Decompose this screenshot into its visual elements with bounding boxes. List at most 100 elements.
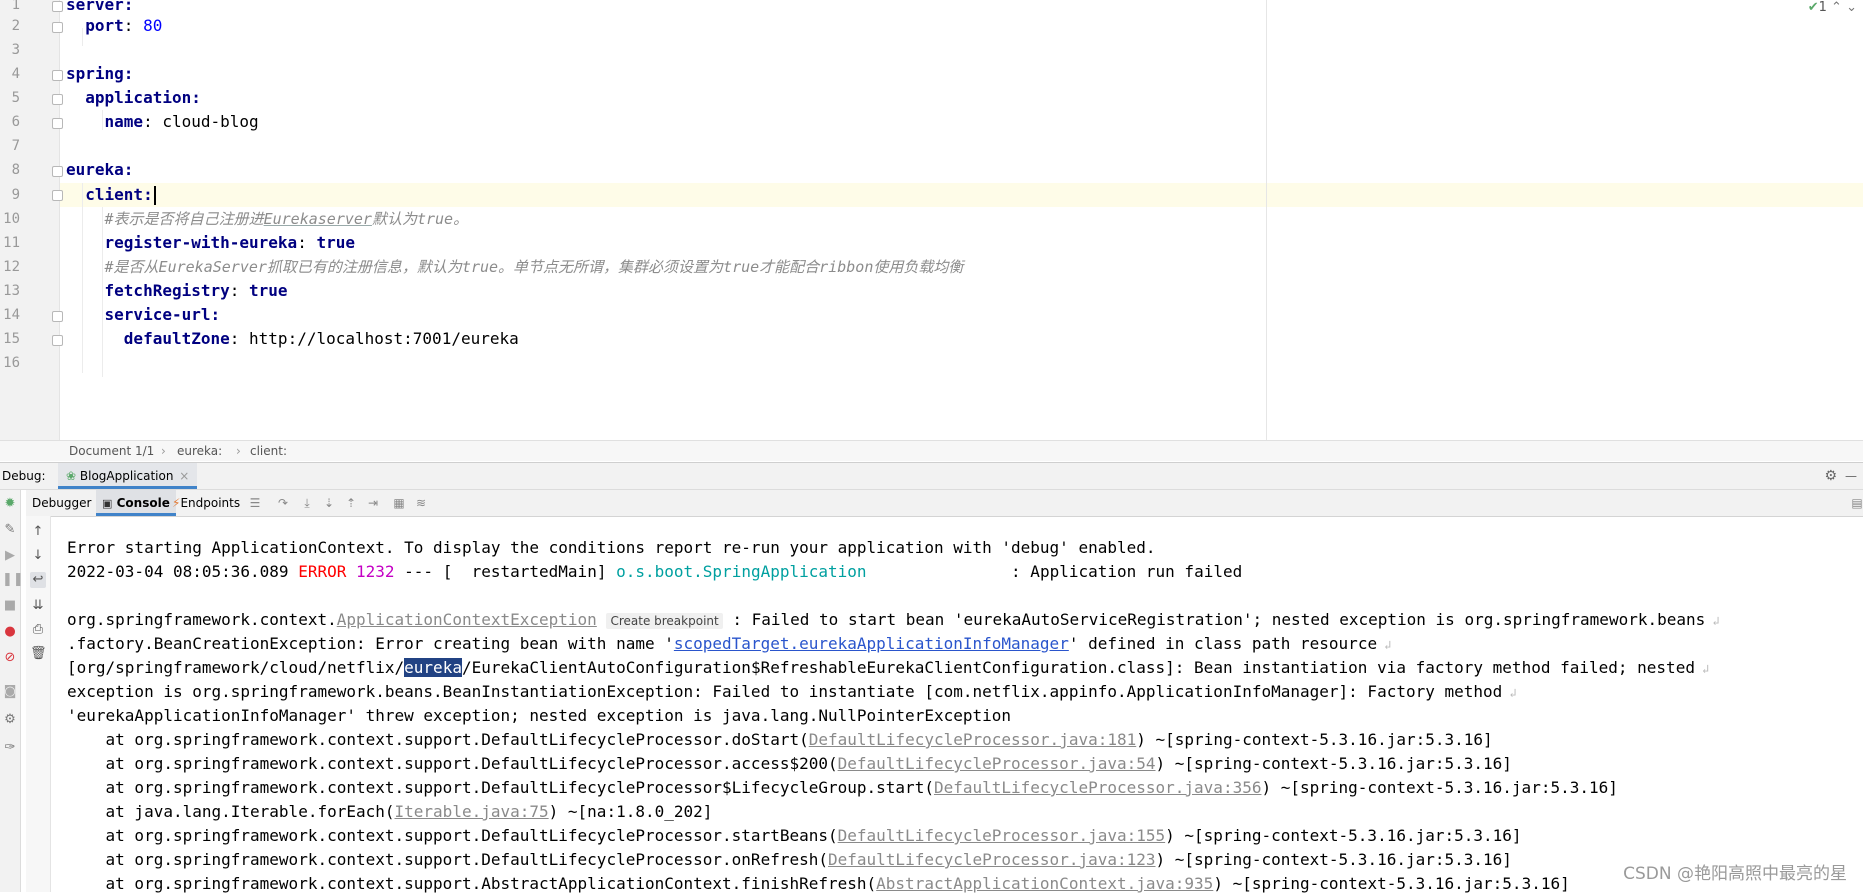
comment-text: #表示是否将自己注册进 (104, 210, 264, 228)
log-level: ERROR (298, 562, 347, 581)
yaml-value: true (316, 233, 355, 252)
yaml-separator: : (143, 112, 163, 131)
line-gutter[interactable]: 1 2 3 4 5 6 7 8 9 10 11 12 13 14 15 16 (0, 0, 63, 440)
arrow-up-icon[interactable]: ↑ (30, 524, 46, 540)
tab-label: Console (116, 496, 170, 510)
wrench-icon[interactable]: ✎ (2, 522, 18, 538)
yaml-key: eureka: (66, 160, 134, 179)
soft-wrap-icon[interactable]: ↩ (30, 572, 46, 588)
run-config-tab[interactable]: ❀ BlogApplication × (58, 463, 198, 489)
yaml-key: server: (66, 0, 134, 14)
console-line: [org/springframework/cloud/netflix/eurek… (67, 656, 1709, 680)
console-icon: ▣ (102, 497, 113, 510)
console-line: Error starting ApplicationContext. To di… (67, 538, 1156, 557)
stack-frame: at java.lang.Iterable.forEach(Iterable.j… (67, 800, 713, 824)
line-number: 2 (11, 18, 20, 34)
code-line: #表示是否将自己注册进Eurekaserver默认为true。 (66, 207, 469, 231)
console-output[interactable]: Error starting ApplicationContext. To di… (51, 517, 1863, 893)
console-text: org.springframework.context. (67, 610, 337, 629)
close-icon[interactable]: × (179, 469, 189, 483)
source-link[interactable]: DefaultLifecycleProcessor.java:155 (838, 826, 1166, 845)
line-number: 10 (3, 211, 20, 227)
inspection-widget[interactable]: ✔1 ⌃ ⌄ (1808, 0, 1857, 15)
console-line: 2022-03-04 08:05:36.089 ERROR 1232 --- [… (67, 560, 1242, 584)
resume-icon[interactable]: ▶ (2, 548, 18, 564)
yaml-comment: #是否从EurekaServer抓取已有的注册信息，默认为true。单节点无所谓… (104, 258, 964, 276)
yaml-key: application: (85, 88, 201, 107)
code-line: port: 80 (66, 14, 162, 38)
yaml-separator: : (297, 233, 317, 252)
stack-text: at org.springframework.context.support.D… (67, 826, 838, 845)
yaml-key: service-url: (104, 305, 221, 324)
editor-pane[interactable]: 1 2 3 4 5 6 7 8 9 10 11 12 13 14 15 16 s… (0, 0, 1863, 440)
log-thread: --- [ restartedMain] (394, 562, 617, 581)
create-breakpoint-button[interactable]: Create breakpoint (606, 613, 723, 629)
source-link[interactable]: DefaultLifecycleProcessor.java:356 (934, 778, 1262, 797)
tab-endpoints[interactable]: ⚡Endpoints (166, 490, 246, 516)
comment-typo: Eurekaserver (263, 210, 372, 228)
source-link[interactable]: AbstractApplicationContext.java:935 (876, 874, 1213, 893)
stack-frame: at org.springframework.context.support.D… (67, 728, 1493, 752)
evaluate-icon[interactable]: ▦ (392, 496, 406, 510)
tab-label: Debugger (32, 496, 92, 510)
breadcrumb-item-eureka[interactable]: eureka: (177, 441, 222, 461)
step-out-icon[interactable]: ⇡ (344, 496, 358, 510)
menu-icon[interactable]: ☰ (248, 496, 262, 510)
trace-icon[interactable]: ≋ (414, 496, 428, 510)
debug-tool-window-header: Debug: ❀ BlogApplication × ⚙ — (0, 462, 1863, 490)
source-link[interactable]: DefaultLifecycleProcessor.java:123 (828, 850, 1156, 869)
line-number: 14 (3, 307, 20, 323)
console-line: org.springframework.context.ApplicationC… (67, 608, 1720, 632)
bean-link[interactable]: scopedTarget.eurekaApplicationInfoManage… (674, 634, 1069, 653)
step-over-icon[interactable]: ⤓ (300, 496, 314, 510)
code-line: spring: (66, 62, 133, 86)
layout-icon[interactable]: ▤ (1850, 496, 1863, 510)
yaml-value: http://localhost:7001/eureka (249, 329, 519, 348)
line-number: 5 (11, 90, 20, 106)
source-link[interactable]: DefaultLifecycleProcessor.java:181 (809, 730, 1137, 749)
stack-text: at org.springframework.context.support.D… (67, 850, 828, 869)
run-config-name: BlogApplication (79, 469, 174, 483)
breadcrumb-separator: › (161, 444, 166, 458)
source-link[interactable]: DefaultLifecycleProcessor.java:54 (838, 754, 1156, 773)
tab-console[interactable]: ▣ Console (96, 490, 176, 516)
soft-wrap-icon: ↲ (1502, 686, 1517, 700)
breadcrumb-document[interactable]: Document 1/1 (69, 441, 154, 461)
code-area[interactable]: server: port: 80 spring: application: na… (60, 0, 1863, 440)
log-message: : Application run failed (866, 562, 1243, 581)
mute-breakpoints-icon[interactable]: ⊘ (2, 650, 18, 666)
stack-frame: at org.springframework.context.support.A… (67, 872, 1570, 896)
run-to-cursor-icon[interactable]: ⇥ (366, 496, 380, 510)
scroll-to-end-icon[interactable]: ⇊ (30, 598, 46, 614)
pause-icon[interactable]: ❚❚ (2, 572, 24, 588)
tab-debugger[interactable]: Debugger (26, 490, 97, 516)
code-line: #是否从EurekaServer抓取已有的注册信息，默认为true。单节点无所谓… (66, 255, 964, 279)
stack-frame: at org.springframework.context.support.D… (67, 848, 1512, 872)
code-line: eureka: (66, 158, 133, 182)
source-link[interactable]: Iterable.java:75 (395, 802, 549, 821)
spring-boot-icon: ❀ (66, 469, 77, 483)
minimize-icon[interactable]: — (1845, 463, 1857, 489)
show-execution-point-icon[interactable]: ↷ (276, 496, 290, 510)
bug-icon[interactable]: ✹ (2, 496, 18, 512)
print-icon[interactable]: ⎙ (30, 622, 46, 638)
gear-icon[interactable]: ⚙ (1824, 463, 1837, 489)
exception-link[interactable]: ApplicationContextException (337, 610, 597, 629)
view-breakpoints-icon[interactable]: ● (2, 624, 18, 640)
chevron-up-icon[interactable]: ⌃ (1831, 0, 1842, 15)
log-pid: 1232 (346, 562, 395, 581)
trash-icon[interactable]: 🗑 (30, 646, 47, 662)
pin-icon[interactable]: ✑ (2, 740, 18, 756)
line-number: 11 (3, 235, 20, 251)
line-number: 15 (3, 331, 20, 347)
breadcrumb-item-client[interactable]: client: (250, 441, 287, 461)
stop-icon[interactable]: ■ (2, 598, 18, 614)
yaml-key: spring: (66, 64, 134, 83)
step-into-icon[interactable]: ⇣ (322, 496, 336, 510)
chevron-down-icon[interactable]: ⌄ (1846, 0, 1857, 15)
watermark: CSDN @艳阳高照中最亮的星 (1623, 864, 1847, 884)
camera-icon[interactable]: ◙ (2, 684, 18, 700)
debug-label: Debug: (2, 469, 46, 483)
settings-icon[interactable]: ⚙ (2, 712, 18, 728)
arrow-down-icon[interactable]: ↓ (30, 548, 46, 564)
